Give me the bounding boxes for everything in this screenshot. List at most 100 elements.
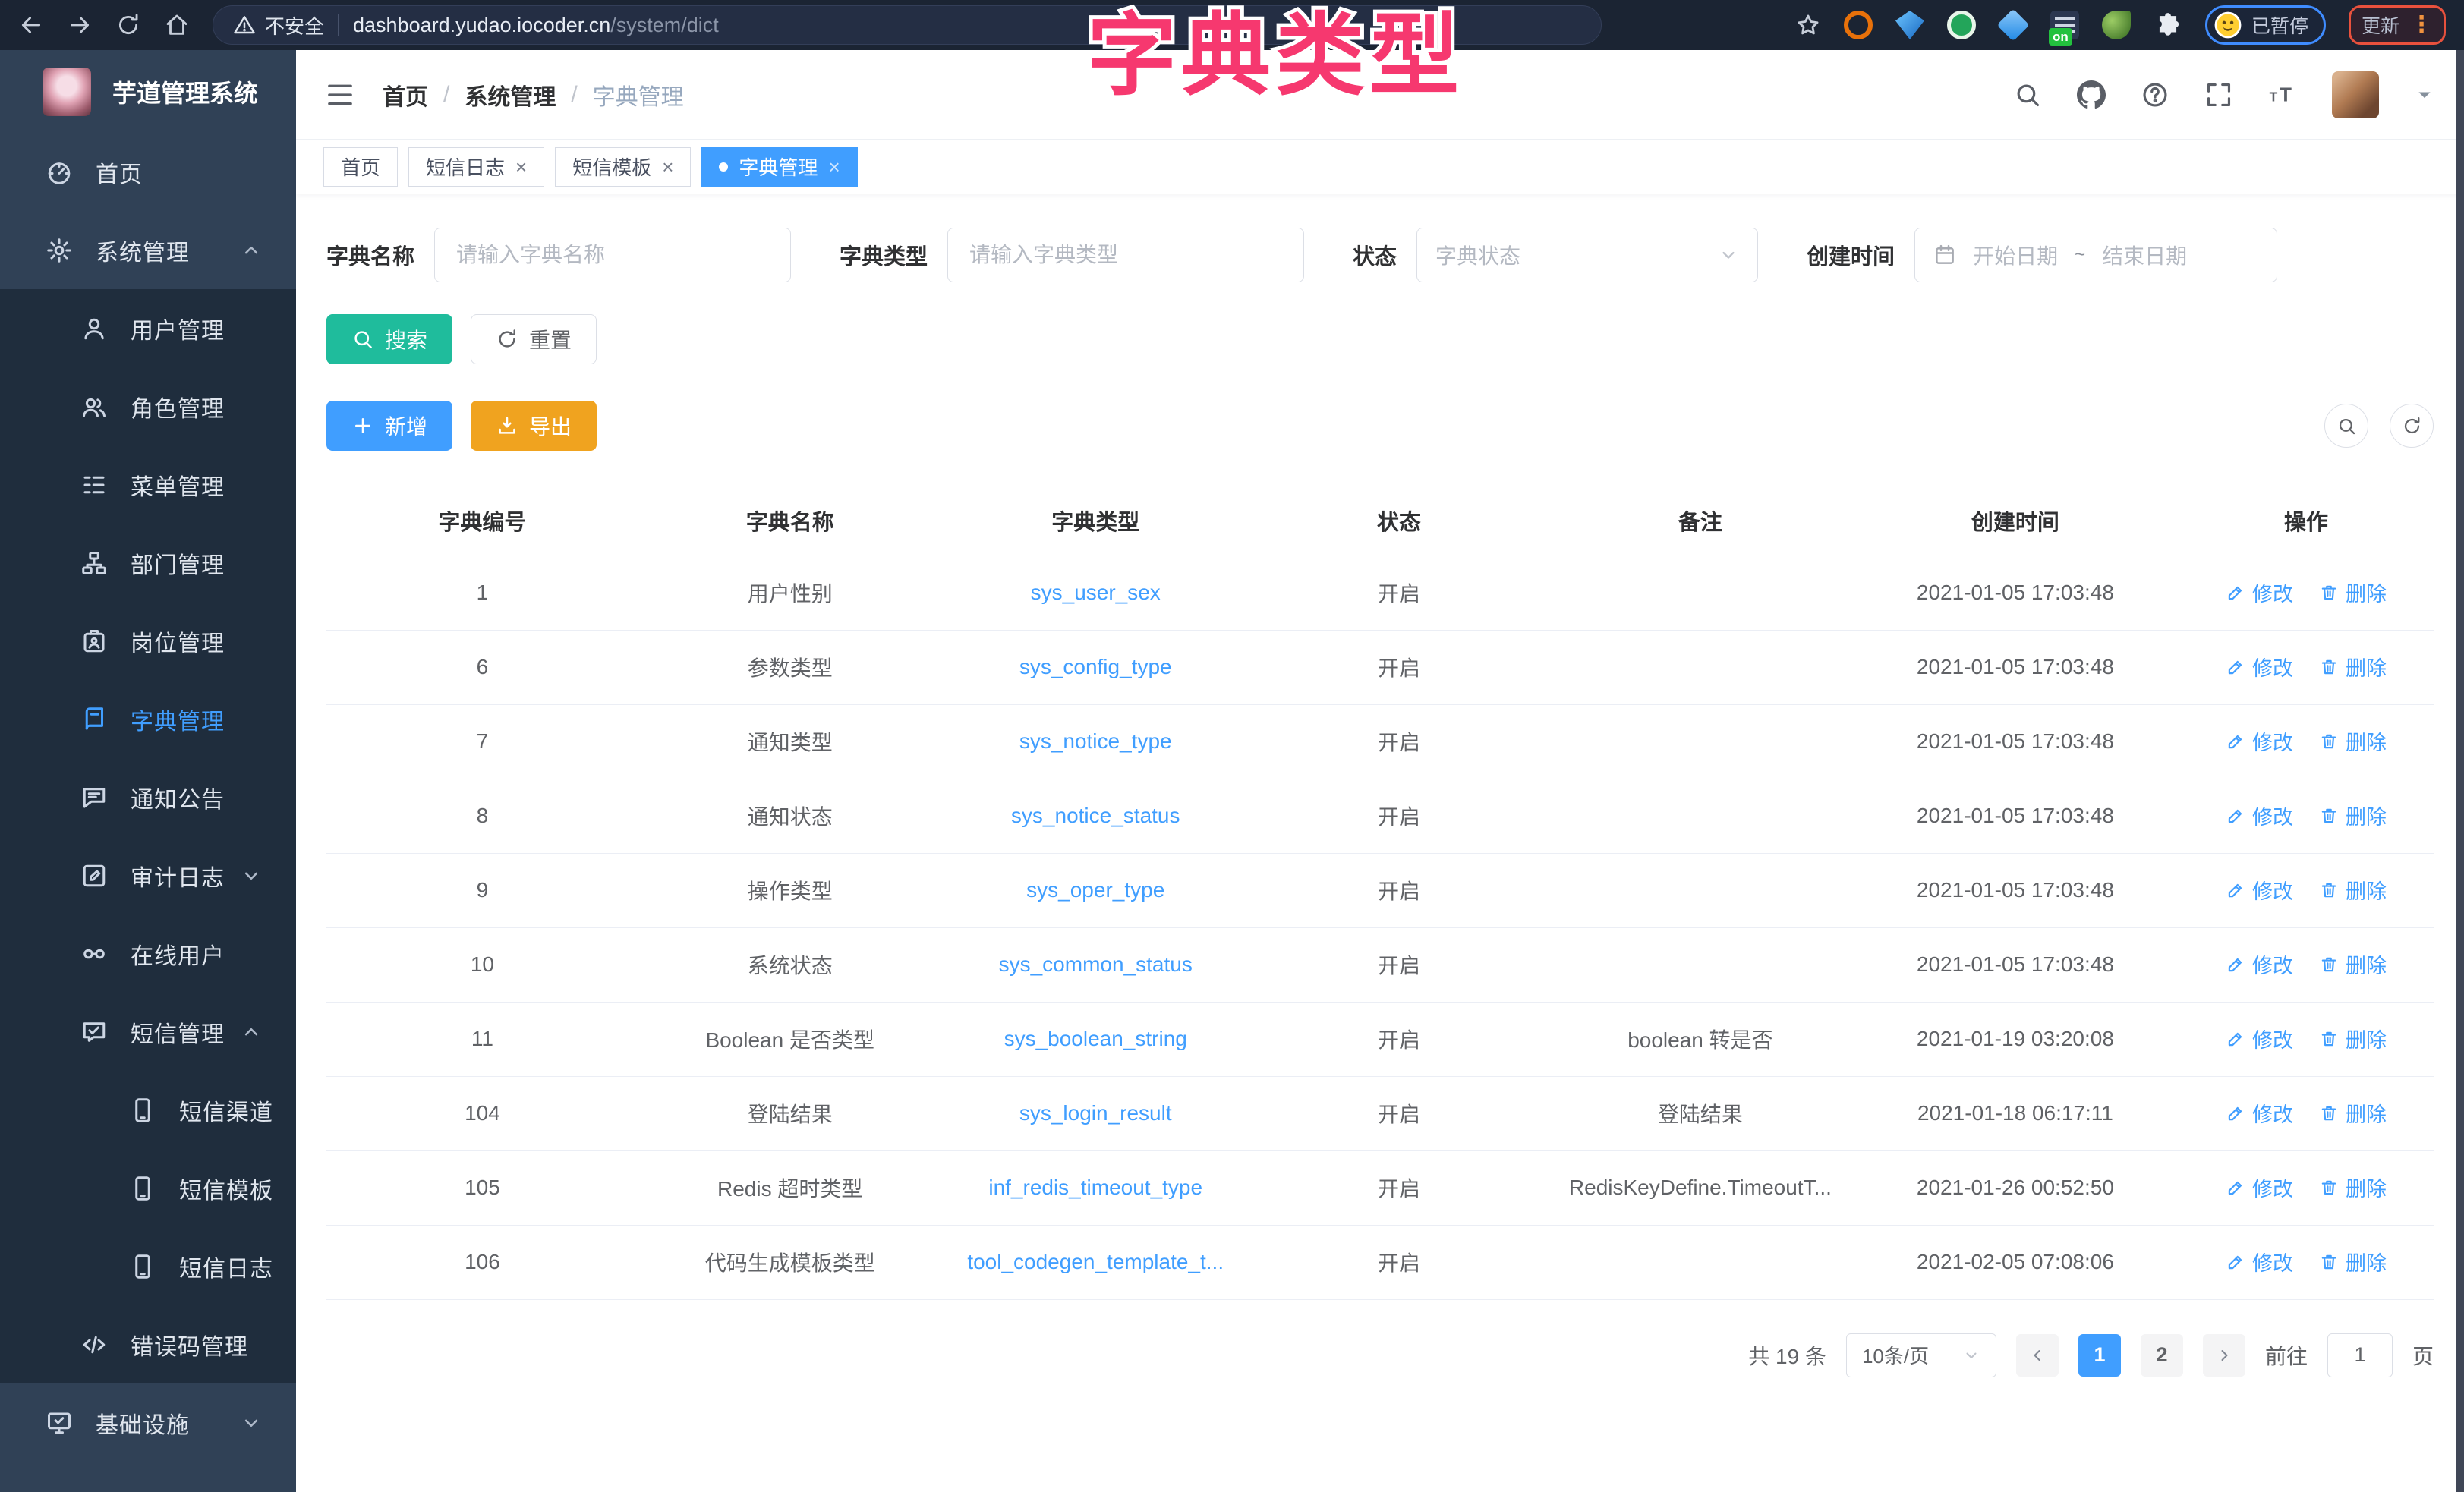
prev-page-button[interactable]: [2016, 1334, 2059, 1377]
delete-link[interactable]: 删除: [2319, 801, 2387, 830]
delete-link[interactable]: 删除: [2319, 1173, 2387, 1202]
edit-link[interactable]: 修改: [2226, 1247, 2293, 1276]
dict-type-link[interactable]: sys_common_status: [999, 952, 1193, 976]
update-button[interactable]: 更新 ⋮: [2349, 5, 2446, 45]
dict-type-link[interactable]: sys_user_sex: [1031, 581, 1161, 604]
paused-extension-pill[interactable]: 已暂停: [2205, 5, 2326, 45]
breadcrumb-item[interactable]: 系统管理: [465, 78, 556, 112]
status-select[interactable]: 字典状态: [1416, 228, 1758, 282]
hamburger-icon[interactable]: [325, 80, 355, 110]
sidebar-item-infra[interactable]: 基础设施: [0, 1383, 296, 1462]
bookmark-star-icon[interactable]: [1795, 12, 1821, 38]
fullscreen-icon[interactable]: [2204, 80, 2233, 109]
tab-首页[interactable]: 首页: [323, 147, 398, 187]
sidebar-item-system[interactable]: 系统管理: [0, 211, 296, 289]
cell-type: inf_redis_timeout_type: [942, 1150, 1249, 1225]
dict-type-input[interactable]: [947, 228, 1304, 282]
dict-type-link[interactable]: sys_notice_status: [1011, 804, 1180, 827]
tab-字典管理[interactable]: 字典管理×: [701, 147, 857, 187]
extension-orange-ring-icon[interactable]: [1844, 11, 1873, 39]
dict-type-link[interactable]: tool_codegen_template_t...: [967, 1250, 1224, 1273]
sidebar-item-sms[interactable]: 短信管理: [0, 993, 296, 1071]
dict-type-link[interactable]: sys_notice_type: [1019, 729, 1172, 753]
goto-page-input[interactable]: [2327, 1333, 2393, 1377]
sidebar-item-user[interactable]: 用户管理: [0, 289, 296, 367]
dict-type-link[interactable]: inf_redis_timeout_type: [988, 1176, 1202, 1199]
close-tab-icon[interactable]: ×: [662, 157, 673, 177]
sidebar-item-sms-template[interactable]: 短信模板: [0, 1149, 296, 1227]
edit-link[interactable]: 修改: [2226, 875, 2293, 905]
font-size-icon[interactable]: TT: [2268, 80, 2297, 109]
delete-link[interactable]: 删除: [2319, 726, 2387, 756]
extensions-puzzle-icon[interactable]: [2154, 11, 2182, 39]
sidebar-item-menu[interactable]: 菜单管理: [0, 445, 296, 524]
tab-短信模板[interactable]: 短信模板×: [555, 147, 691, 187]
sidebar-item-dept[interactable]: 部门管理: [0, 524, 296, 602]
page-button-2[interactable]: 2: [2141, 1334, 2183, 1377]
edit-link[interactable]: 修改: [2226, 1098, 2293, 1128]
extension-blue-diamond-icon[interactable]: [1996, 9, 2029, 42]
edit-link[interactable]: 修改: [2226, 578, 2293, 607]
dict-type-link[interactable]: sys_config_type: [1019, 655, 1172, 678]
delete-link[interactable]: 删除: [2319, 875, 2387, 905]
sidebar-item-online[interactable]: 在线用户: [0, 914, 296, 993]
sidebar-item-notice[interactable]: 通知公告: [0, 758, 296, 836]
edit-link[interactable]: 修改: [2226, 1173, 2293, 1202]
next-page-button[interactable]: [2203, 1334, 2245, 1377]
close-tab-icon[interactable]: ×: [515, 157, 527, 177]
dict-type-link[interactable]: sys_boolean_string: [1004, 1027, 1187, 1050]
security-status[interactable]: 不安全: [233, 11, 324, 39]
avatar-caret-down-icon[interactable]: [2414, 84, 2435, 105]
sidebar-item-post[interactable]: 岗位管理: [0, 602, 296, 680]
header-search-icon[interactable]: [2013, 80, 2042, 109]
toggle-search-button[interactable]: [2324, 404, 2368, 448]
sidebar-item-sms-channel[interactable]: 短信渠道: [0, 1071, 296, 1149]
close-tab-icon[interactable]: ×: [828, 157, 840, 177]
browser-back-icon[interactable]: [18, 12, 44, 38]
dict-type-link[interactable]: sys_oper_type: [1026, 878, 1164, 902]
extension-blue-gem-icon[interactable]: [1895, 11, 1924, 39]
edit-link[interactable]: 修改: [2226, 726, 2293, 756]
help-icon[interactable]: [2141, 80, 2169, 109]
delete-link[interactable]: 删除: [2319, 1247, 2387, 1276]
sidebar-item-errcode[interactable]: 错误码管理: [0, 1305, 296, 1383]
browser-home-icon[interactable]: [164, 12, 190, 38]
window-scrollbar[interactable]: [2456, 50, 2464, 1492]
extension-leaf-icon[interactable]: [2102, 11, 2131, 39]
github-icon[interactable]: [2077, 80, 2106, 109]
edit-link[interactable]: 修改: [2226, 801, 2293, 830]
app-logo-row[interactable]: 芋道管理系统: [0, 50, 296, 133]
search-button[interactable]: 搜索: [326, 314, 452, 364]
add-button[interactable]: 新增: [326, 401, 452, 451]
extension-green-circle-icon[interactable]: [1947, 11, 1976, 39]
delete-link[interactable]: 删除: [2319, 1098, 2387, 1128]
sidebar-item-audit[interactable]: 审计日志: [0, 836, 296, 914]
extension-list-icon[interactable]: on: [2050, 11, 2079, 39]
delete-link[interactable]: 删除: [2319, 652, 2387, 681]
page-size-select[interactable]: 10条/页: [1846, 1333, 1996, 1377]
delete-link[interactable]: 删除: [2319, 1024, 2387, 1053]
browser-reload-icon[interactable]: [115, 12, 141, 38]
sidebar-item-role[interactable]: 角色管理: [0, 367, 296, 445]
tab-短信日志[interactable]: 短信日志×: [408, 147, 544, 187]
page-button-1[interactable]: 1: [2078, 1334, 2121, 1377]
address-bar[interactable]: 不安全 dashboard.yudao.iocoder.cn/system/di…: [213, 5, 1602, 45]
sidebar-item-dict[interactable]: 字典管理: [0, 680, 296, 758]
edit-link[interactable]: 修改: [2226, 1024, 2293, 1053]
sidebar-item-sms-log[interactable]: 短信日志: [0, 1227, 296, 1305]
date-range-picker[interactable]: 开始日期 ~ 结束日期: [1914, 228, 2277, 282]
reset-button[interactable]: 重置: [471, 314, 597, 364]
browser-forward-icon[interactable]: [67, 12, 93, 38]
dict-name-input[interactable]: [434, 228, 791, 282]
browser-menu-dots-icon[interactable]: ⋮: [2410, 18, 2433, 32]
export-button[interactable]: 导出: [471, 401, 597, 451]
breadcrumb-item[interactable]: 首页: [383, 78, 428, 112]
dict-type-link[interactable]: sys_login_result: [1019, 1101, 1172, 1125]
sidebar-item-home[interactable]: 首页: [0, 133, 296, 211]
delete-link[interactable]: 删除: [2319, 578, 2387, 607]
edit-link[interactable]: 修改: [2226, 949, 2293, 979]
user-avatar[interactable]: [2332, 71, 2379, 118]
edit-link[interactable]: 修改: [2226, 652, 2293, 681]
refresh-table-button[interactable]: [2390, 404, 2434, 448]
delete-link[interactable]: 删除: [2319, 949, 2387, 979]
